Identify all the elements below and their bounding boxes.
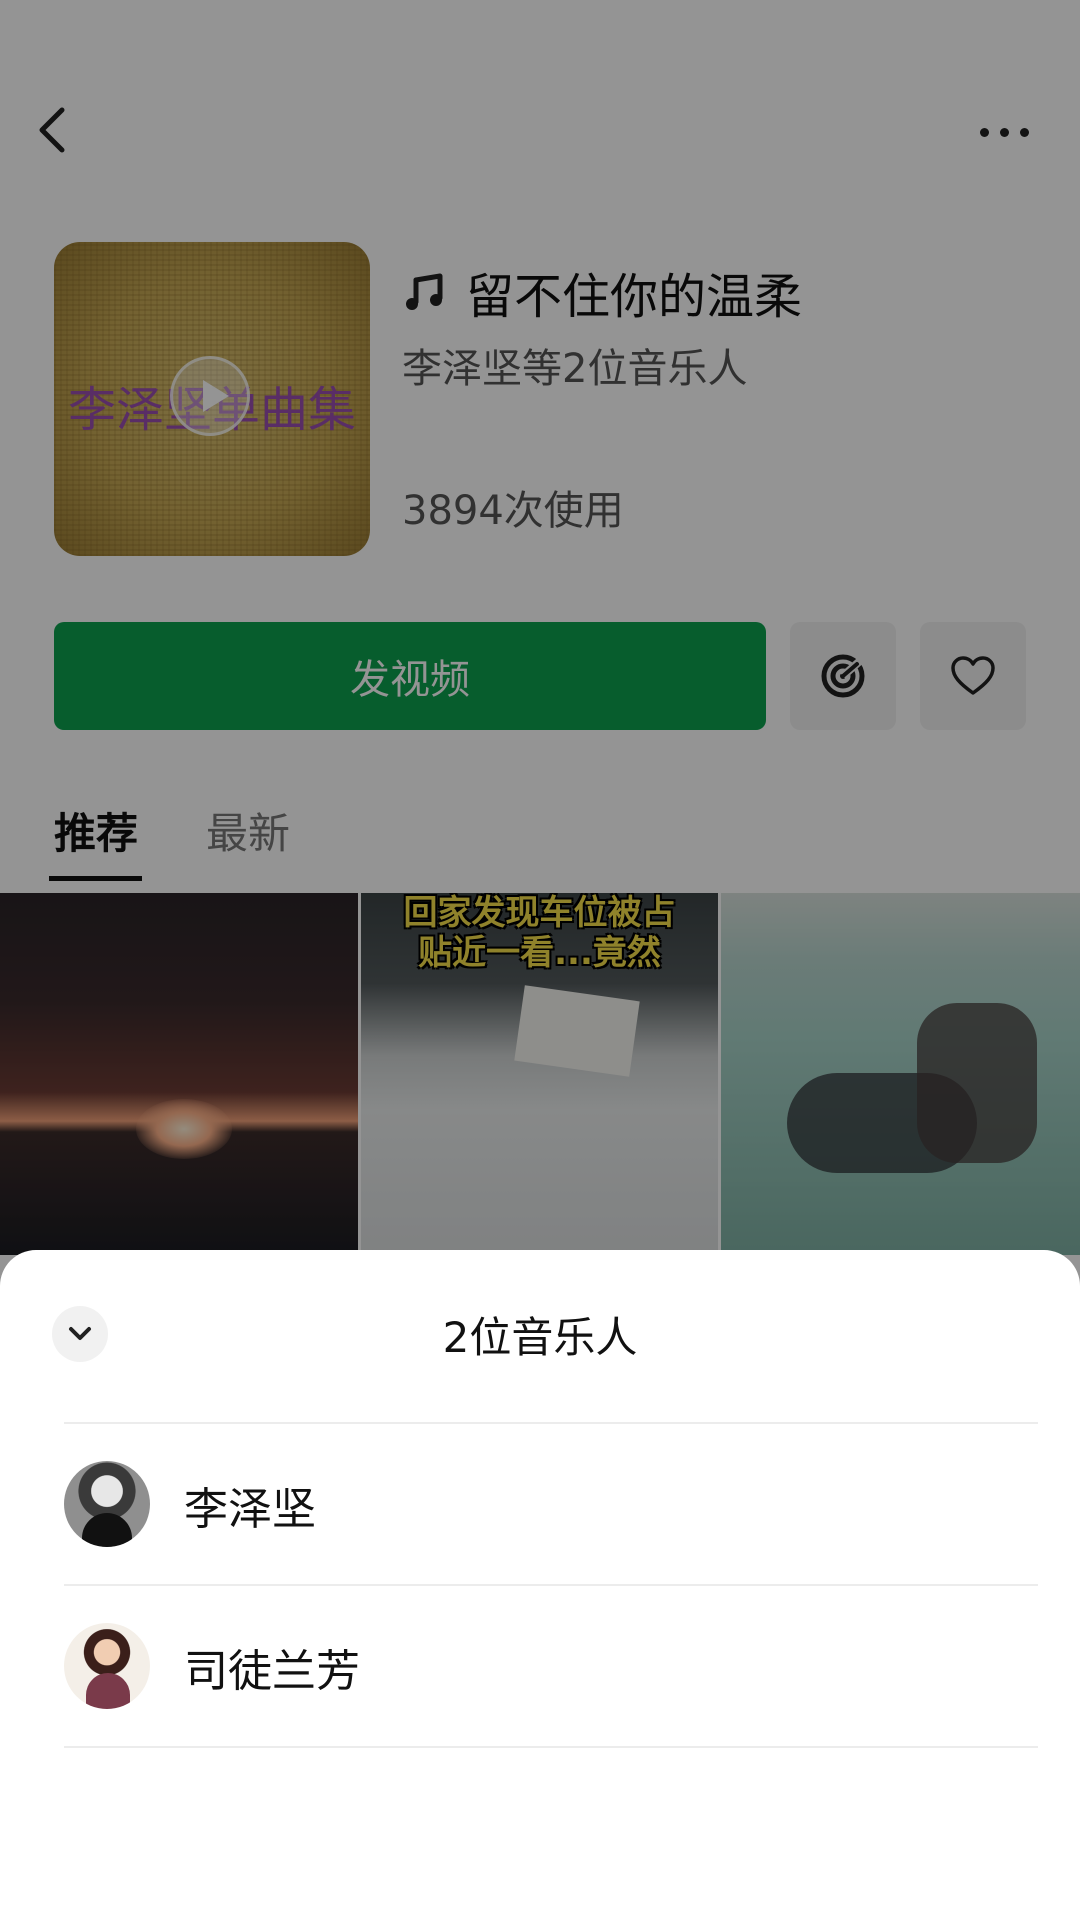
artist-name: 司徒兰芳	[184, 1646, 360, 1697]
artists-bottom-sheet: 2位音乐人 李泽坚 司徒兰芳	[0, 1250, 1080, 1920]
artist-row[interactable]: 司徒兰芳	[64, 1585, 1038, 1745]
avatar	[64, 1623, 150, 1709]
collapse-button[interactable]	[52, 1306, 108, 1362]
music-detail-page: 4:30 ‹··› 李泽坚单曲集 留不住你的温柔 李泽坚等2位音乐人 3894次…	[0, 0, 1080, 1920]
artist-row[interactable]: 李泽坚	[64, 1423, 1038, 1583]
artist-name: 李泽坚	[184, 1484, 316, 1535]
sheet-title: 2位音乐人	[442, 1313, 638, 1362]
chevron-down-icon	[69, 1327, 91, 1340]
divider	[64, 1746, 1038, 1748]
avatar	[64, 1461, 150, 1547]
